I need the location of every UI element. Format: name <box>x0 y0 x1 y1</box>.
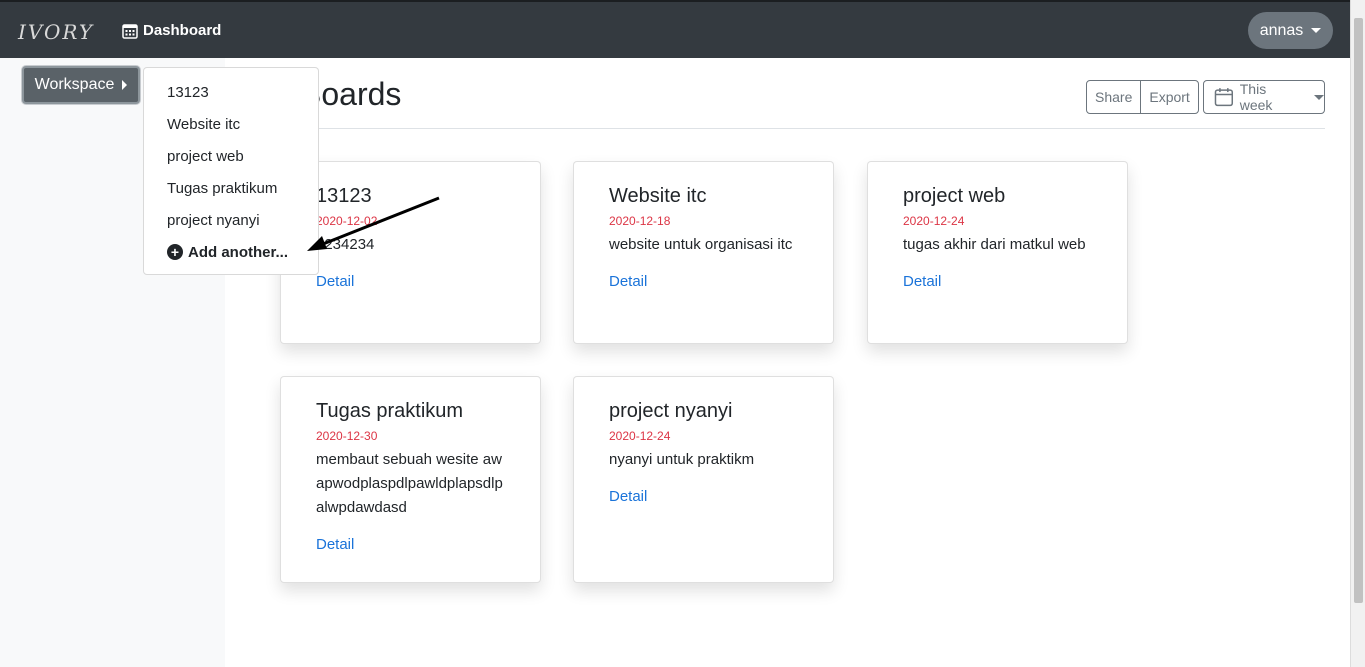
board-title: project web <box>903 185 1006 207</box>
board-date: 2020-12-30 <box>316 429 378 443</box>
board-card: Website itc 2020-12-18 website untuk org… <box>573 161 834 344</box>
calendar-grid-icon <box>122 23 138 39</box>
workspace-menu-item[interactable]: Website itc <box>144 108 318 140</box>
board-detail-link[interactable]: Detail <box>609 488 798 505</box>
vertical-scrollbar[interactable] <box>1350 0 1365 667</box>
user-menu-button[interactable]: annas <box>1248 12 1333 49</box>
nav-dashboard-link[interactable]: Dashboard <box>122 22 221 39</box>
export-button[interactable]: Export <box>1140 81 1197 113</box>
workspace-menu-item[interactable]: project nyanyi <box>144 204 318 236</box>
board-description: membaut sebuah wesite awapwodplaspdlpawl… <box>316 451 503 516</box>
board-detail-link[interactable]: Detail <box>903 273 1092 290</box>
board-description: tugas akhir dari matkul web <box>903 236 1086 253</box>
workspace-menu-item[interactable]: project web <box>144 140 318 172</box>
top-navbar: IVORY Dashboard annas <box>0 0 1350 58</box>
board-title: project nyanyi <box>609 400 733 422</box>
board-detail-link[interactable]: Detail <box>316 273 505 290</box>
workspace-menu-item[interactable]: Tugas praktikum <box>144 172 318 204</box>
board-title: Website itc <box>609 185 707 207</box>
board-detail-link[interactable]: Detail <box>316 536 505 553</box>
board-description: website untuk organisasi itc <box>609 236 793 253</box>
share-button[interactable]: Share <box>1087 81 1140 113</box>
nav-dashboard-label: Dashboard <box>143 22 222 39</box>
board-title: Tugas praktikum <box>316 400 464 422</box>
share-export-group: Share Export <box>1086 80 1199 114</box>
divider <box>280 128 1325 129</box>
plus-circle-icon: + <box>167 244 183 260</box>
board-card: project web 2020-12-24 tugas akhir dari … <box>867 161 1128 344</box>
board-date: 2020-12-24 <box>609 429 671 443</box>
board-date: 2020-12-24 <box>903 214 965 228</box>
annotation-arrow <box>307 196 440 251</box>
workspace-dropdown-menu: 13123 Website itc project web Tugas prak… <box>143 67 319 275</box>
board-card: Tugas praktikum 2020-12-30 membaut sebua… <box>280 376 541 583</box>
add-workspace-button[interactable]: + Add another... <box>144 236 318 268</box>
workspace-button[interactable]: Workspace <box>22 66 140 104</box>
board-card: project nyanyi 2020-12-24 nyanyi untuk p… <box>573 376 834 583</box>
period-label: This week <box>1239 81 1273 113</box>
board-detail-link[interactable]: Detail <box>609 273 798 290</box>
board-date: 2020-12-18 <box>609 214 671 228</box>
board-description: nyanyi untuk praktikm <box>609 451 755 468</box>
add-workspace-label: Add another... <box>188 243 289 261</box>
workspace-label: Workspace <box>34 76 115 93</box>
chevron-down-icon <box>1314 94 1324 100</box>
chevron-down-icon <box>1311 28 1322 33</box>
chevron-right-icon <box>122 80 128 90</box>
user-name: annas <box>1259 21 1304 39</box>
scrollbar-thumb[interactable] <box>1354 18 1363 603</box>
period-dropdown-button[interactable]: This week <box>1203 80 1325 114</box>
brand-logo[interactable]: IVORY <box>18 20 94 44</box>
calendar-icon <box>1214 88 1234 107</box>
workspace-menu-item[interactable]: 13123 <box>144 76 318 108</box>
